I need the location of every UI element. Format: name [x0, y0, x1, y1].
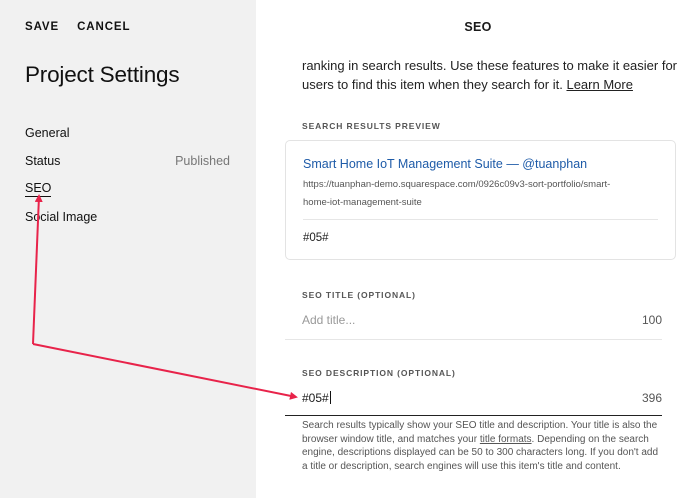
settings-sidebar: SAVE CANCEL Project Settings General Sta… [0, 0, 256, 498]
seo-title-placeholder: Add title... [302, 313, 356, 327]
sidebar-nav: General Status Published SEO Social Imag… [25, 119, 230, 231]
seo-description-value-wrap: #05# [302, 391, 331, 405]
panel-title: SEO [464, 20, 492, 34]
sidebar-toolbar: SAVE CANCEL [25, 21, 130, 33]
learn-more-link[interactable]: Learn More [566, 77, 632, 92]
seo-description-help: Search results typically show your SEO t… [302, 419, 666, 473]
search-preview-card: Smart Home IoT Management Suite — @tuanp… [285, 140, 676, 260]
seo-title-char-count: 100 [641, 313, 662, 327]
preview-divider [303, 219, 658, 220]
sidebar-item-label: Status [25, 154, 61, 168]
sidebar-item-social-image[interactable]: Social Image [25, 203, 230, 231]
seo-title-input[interactable]: Add title... 100 [302, 313, 662, 327]
title-formats-link[interactable]: title formats [480, 434, 532, 445]
preview-title: Smart Home IoT Management Suite — @tuanp… [303, 157, 588, 171]
preview-url: https://tuanphan-demo.squarespace.com/09… [303, 179, 611, 208]
seo-description-underline [285, 415, 662, 416]
preview-label: SEARCH RESULTS PREVIEW [302, 121, 441, 131]
sidebar-item-status[interactable]: Status Published [25, 147, 230, 175]
seo-panel: SEO ranking in search results. Use these… [256, 0, 700, 498]
seo-intro: ranking in search results. Use these fea… [302, 56, 697, 94]
sidebar-item-general[interactable]: General [25, 119, 230, 147]
cancel-button[interactable]: CANCEL [77, 21, 130, 33]
sidebar-item-seo[interactable]: SEO [25, 175, 230, 203]
page-title: Project Settings [25, 62, 180, 87]
text-caret [329, 391, 331, 404]
save-button[interactable]: SAVE [25, 21, 59, 33]
preview-description: #05# [303, 232, 329, 244]
sidebar-item-label: General [25, 126, 70, 140]
seo-description-label: SEO DESCRIPTION (OPTIONAL) [302, 368, 456, 378]
sidebar-item-label: SEO [25, 181, 52, 197]
seo-title-underline [285, 339, 662, 340]
seo-description-value: #05# [302, 391, 329, 405]
sidebar-item-label: Social Image [25, 210, 98, 224]
seo-title-label: SEO TITLE (OPTIONAL) [302, 290, 416, 300]
seo-description-input[interactable]: #05# 396 [302, 391, 662, 405]
seo-description-char-count: 396 [641, 391, 662, 405]
status-value: Published [175, 154, 230, 168]
